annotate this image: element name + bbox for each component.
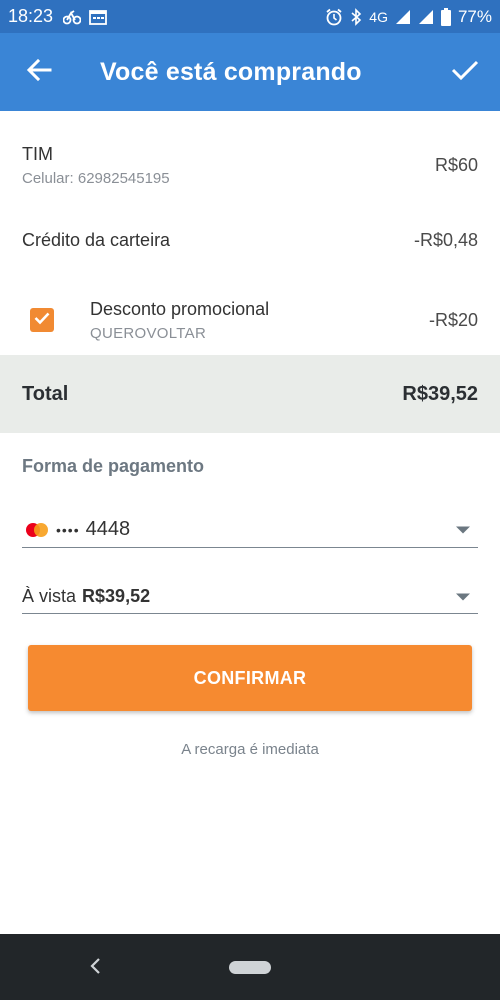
nav-back-button[interactable] xyxy=(84,956,108,980)
mastercard-icon xyxy=(26,522,48,537)
card-last4: 4448 xyxy=(85,518,131,540)
wallet-row: Crédito da carteira -R$0,48 xyxy=(0,220,500,260)
phone-number: Celular: 62982545195 xyxy=(22,169,170,187)
battery-icon xyxy=(440,7,451,26)
bike-icon xyxy=(63,9,82,25)
nav-home-pill[interactable] xyxy=(229,961,271,974)
installment-label: À vista xyxy=(22,586,77,606)
operator-info: TIM Celular: 62982545195 xyxy=(22,144,170,187)
operator-name: TIM xyxy=(22,143,53,164)
chevron-down-icon xyxy=(456,526,470,533)
chevron-down-icon xyxy=(456,593,470,600)
operator-amount: R$60 xyxy=(434,154,478,175)
status-left-icons xyxy=(63,9,107,25)
status-right: 4G 77% xyxy=(325,7,492,27)
chevron-left-icon xyxy=(89,956,103,981)
calendar-icon xyxy=(89,9,107,25)
arrow-left-icon xyxy=(26,58,52,87)
system-nav-bar xyxy=(0,934,500,1000)
check-icon xyxy=(34,311,50,330)
installment-amount: R$39,52 xyxy=(82,586,151,606)
card-select[interactable]: •••• 4448 xyxy=(22,512,478,548)
discount-text: Desconto promocional QUEROVOLTAR xyxy=(90,299,269,342)
installment-select[interactable]: À vista R$39,52 xyxy=(22,580,478,614)
total-label: Total xyxy=(22,382,69,405)
discount-row: Desconto promocional QUEROVOLTAR -R$20 xyxy=(0,290,500,350)
recharge-note: A recarga é imediata xyxy=(181,741,319,758)
discount-checkbox[interactable] xyxy=(30,308,54,332)
bluetooth-icon xyxy=(350,7,362,26)
alarm-icon xyxy=(325,8,343,26)
signal-icon xyxy=(395,9,411,25)
discount-left: Desconto promocional QUEROVOLTAR xyxy=(22,299,269,342)
wallet-amount: -R$0,48 xyxy=(413,229,478,250)
operator-row: TIM Celular: 62982545195 R$60 xyxy=(0,135,500,195)
screen: 18:23 4G 77% Você está comprando TIM Cel… xyxy=(0,0,500,1000)
confirm-check-button[interactable] xyxy=(448,55,482,89)
payment-section-title: Forma de pagamento xyxy=(22,456,205,476)
check-icon xyxy=(451,59,479,86)
wallet-label: Crédito da carteira xyxy=(22,229,171,250)
network-type: 4G xyxy=(369,8,388,25)
discount-code: QUEROVOLTAR xyxy=(90,324,207,342)
discount-amount: -R$20 xyxy=(428,309,478,330)
status-time: 18:23 xyxy=(8,6,54,26)
discount-label: Desconto promocional xyxy=(90,298,270,319)
status-bar: 18:23 4G 77% xyxy=(0,0,500,33)
battery-percent: 77% xyxy=(457,6,492,26)
page-title: Você está comprando xyxy=(100,57,362,86)
total-amount: R$39,52 xyxy=(402,382,478,405)
back-button[interactable] xyxy=(22,55,56,89)
confirm-button[interactable]: CONFIRMAR xyxy=(28,645,472,711)
app-bar: Você está comprando xyxy=(0,33,500,111)
signal-icon-2 xyxy=(418,9,434,25)
total-band: Total R$39,52 xyxy=(0,355,500,433)
card-masked-dots: •••• xyxy=(56,521,80,538)
